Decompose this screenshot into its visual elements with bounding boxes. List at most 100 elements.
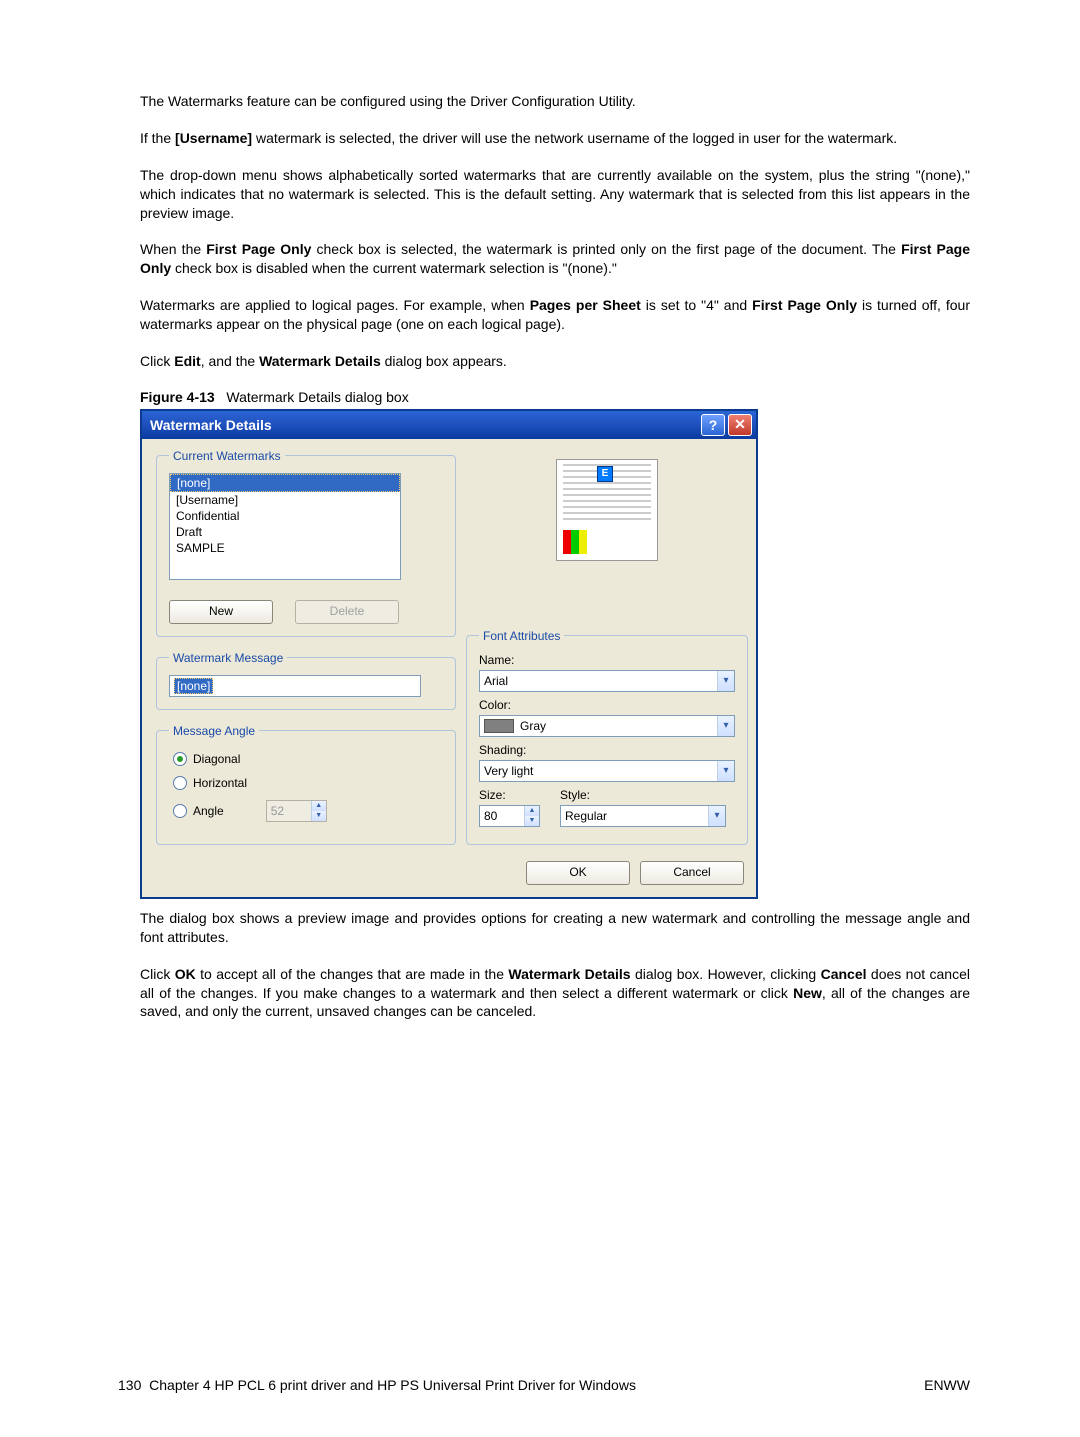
- chevron-down-icon: ▾: [717, 716, 734, 736]
- figure-caption: Figure 4-13 Watermark Details dialog box: [140, 389, 970, 405]
- watermark-details-dialog: Watermark Details ? ✕ Current Watermarks…: [140, 409, 758, 899]
- paragraph: The drop-down menu shows alphabetically …: [140, 166, 970, 223]
- radio-icon: [173, 752, 187, 766]
- radio-label: Diagonal: [193, 752, 240, 766]
- text: Click: [140, 966, 175, 982]
- bold-text: First Page Only: [206, 241, 311, 257]
- color-swatch: [484, 719, 514, 733]
- angle-spinner[interactable]: 52 ▲▼: [266, 800, 327, 822]
- help-button[interactable]: ?: [701, 414, 725, 436]
- spin-down-icon[interactable]: ▼: [525, 816, 539, 826]
- spin-up-icon[interactable]: ▲: [525, 806, 539, 816]
- chevron-down-icon: ▾: [717, 761, 734, 781]
- watermarks-listbox[interactable]: [none] [Username] Confidential Draft SAM…: [169, 473, 401, 580]
- message-angle-group: Message Angle Diagonal Horizontal Angle: [156, 724, 456, 845]
- font-size-spinner[interactable]: 80 ▲▼: [479, 805, 540, 827]
- cancel-button[interactable]: Cancel: [640, 861, 744, 885]
- paragraph: The dialog box shows a preview image and…: [140, 909, 970, 947]
- text: , and the: [201, 353, 259, 369]
- bold-text: Cancel: [821, 966, 867, 982]
- spinner-value: 80: [480, 806, 524, 826]
- radio-icon: [173, 776, 187, 790]
- group-legend: Watermark Message: [169, 651, 287, 665]
- list-item[interactable]: Draft: [170, 524, 400, 540]
- ok-button[interactable]: OK: [526, 861, 630, 885]
- radio-label: Angle: [193, 804, 224, 818]
- paragraph: If the [Username] watermark is selected,…: [140, 129, 970, 148]
- radio-horizontal[interactable]: Horizontal: [173, 776, 443, 790]
- footer-right: ENWW: [924, 1377, 970, 1393]
- chapter-title: Chapter 4 HP PCL 6 print driver and HP P…: [149, 1377, 636, 1393]
- text: If the: [140, 130, 175, 146]
- list-item[interactable]: [none]: [170, 474, 400, 492]
- field-label: Size:: [479, 788, 540, 802]
- delete-button[interactable]: Delete: [295, 600, 399, 624]
- font-attributes-group: Font Attributes Name: Arial ▾ Color: Gra…: [466, 629, 748, 845]
- font-style-combo[interactable]: Regular ▾: [560, 805, 726, 827]
- field-label: Shading:: [479, 743, 735, 757]
- message-input[interactable]: [none]: [169, 675, 421, 697]
- chevron-down-icon: ▾: [708, 806, 725, 826]
- field-label: Style:: [560, 788, 735, 802]
- dialog-titlebar[interactable]: Watermark Details ? ✕: [142, 411, 756, 439]
- text: dialog box. However, clicking: [631, 966, 821, 982]
- radio-label: Horizontal: [193, 776, 247, 790]
- font-name-combo[interactable]: Arial ▾: [479, 670, 735, 692]
- text: When the: [140, 241, 206, 257]
- bold-text: OK: [175, 966, 196, 982]
- list-item[interactable]: Confidential: [170, 508, 400, 524]
- field-label: Name:: [479, 653, 735, 667]
- spin-up-icon[interactable]: ▲: [312, 801, 326, 811]
- bold-text: Edit: [174, 353, 200, 369]
- current-watermarks-group: Current Watermarks [none] [Username] Con…: [156, 449, 456, 637]
- combo-value: Very light: [484, 761, 533, 781]
- preview-marker: E: [597, 466, 613, 482]
- paragraph: Click OK to accept all of the changes th…: [140, 965, 970, 1022]
- spinner-value: 52: [267, 801, 311, 821]
- group-legend: Message Angle: [169, 724, 259, 738]
- new-button[interactable]: New: [169, 600, 273, 624]
- list-item[interactable]: [Username]: [170, 492, 400, 508]
- bold-text: Pages per Sheet: [530, 297, 641, 313]
- bold-text: Watermark Details: [259, 353, 381, 369]
- combo-value: Regular: [565, 806, 607, 826]
- page-number: 130: [118, 1377, 141, 1393]
- text: is set to "4" and: [641, 297, 752, 313]
- paragraph: The Watermarks feature can be configured…: [140, 92, 970, 111]
- spin-down-icon[interactable]: ▼: [312, 811, 326, 821]
- radio-angle[interactable]: Angle 52 ▲▼: [173, 800, 443, 822]
- text: to accept all of the changes that are ma…: [196, 966, 509, 982]
- watermark-message-group: Watermark Message [none]: [156, 651, 456, 710]
- paragraph: Watermarks are applied to logical pages.…: [140, 296, 970, 334]
- bold-text: First Page Only: [752, 297, 857, 313]
- text: Click: [140, 353, 174, 369]
- font-shading-combo[interactable]: Very light ▾: [479, 760, 735, 782]
- combo-value: Arial: [484, 671, 508, 691]
- figure-label: Figure 4-13: [140, 389, 215, 405]
- chevron-down-icon: ▾: [717, 671, 734, 691]
- text: Watermarks are applied to logical pages.…: [140, 297, 530, 313]
- list-item[interactable]: SAMPLE: [170, 540, 400, 556]
- page-footer: 130 Chapter 4 HP PCL 6 print driver and …: [118, 1377, 970, 1393]
- figure-caption-text: Watermark Details dialog box: [226, 389, 408, 405]
- text: dialog box appears.: [381, 353, 507, 369]
- paragraph: Click Edit, and the Watermark Details di…: [140, 352, 970, 371]
- group-legend: Font Attributes: [479, 629, 564, 643]
- bold-text: [Username]: [175, 130, 252, 146]
- input-value: [none]: [174, 678, 213, 694]
- paragraph: When the First Page Only check box is se…: [140, 240, 970, 278]
- radio-diagonal[interactable]: Diagonal: [173, 752, 443, 766]
- radio-icon: [173, 804, 187, 818]
- field-label: Color:: [479, 698, 735, 712]
- combo-value: Gray: [520, 716, 546, 736]
- bold-text: Watermark Details: [508, 966, 630, 982]
- dialog-title: Watermark Details: [150, 417, 272, 433]
- font-color-combo[interactable]: Gray ▾: [479, 715, 735, 737]
- text: check box is disabled when the current w…: [171, 260, 617, 276]
- preview-image: E: [556, 459, 658, 561]
- text: watermark is selected, the driver will u…: [252, 130, 897, 146]
- bold-text: New: [793, 985, 822, 1001]
- close-button[interactable]: ✕: [728, 414, 752, 436]
- group-legend: Current Watermarks: [169, 449, 285, 463]
- text: check box is selected, the watermark is …: [311, 241, 901, 257]
